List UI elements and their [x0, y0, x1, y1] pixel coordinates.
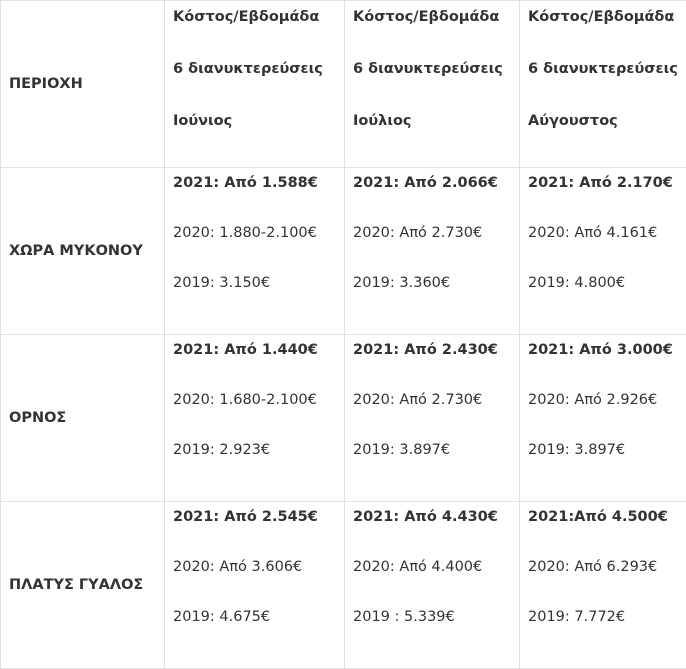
price-2021: 2021: Από 1.440€ — [173, 340, 344, 360]
august-column-header: Κόστος/Εβδομάδα 6 διανυκτερεύσεις Αύγουσ… — [520, 1, 686, 168]
price-2020: 2020: Από 2.926€ — [528, 390, 686, 410]
price-2020: 2020: Από 3.606€ — [173, 557, 344, 577]
price-2021: 2021: Από 2.066€ — [353, 173, 519, 193]
price-cell-august: 2021: Από 2.170€ 2020: Από 4.161€ 2019: … — [520, 168, 686, 335]
cost-comparison-table: ΠΕΡΙΟΧΗ Κόστος/Εβδομάδα 6 διανυκτερεύσει… — [0, 0, 686, 669]
price-2019: 2019: 3.897€ — [528, 440, 686, 460]
june-column-header: Κόστος/Εβδομάδα 6 διανυκτερεύσεις Ιούνιο… — [165, 1, 345, 168]
price-2021: 2021:Από 4.500€ — [528, 507, 686, 527]
area-column-header: ΠΕΡΙΟΧΗ — [1, 1, 165, 168]
price-cell-july: 2021: Από 4.430€ 2020: Από 4.400€ 2019 :… — [345, 502, 520, 669]
area-header-label: ΠΕΡΙΟΧΗ — [9, 76, 83, 92]
area-name: ΧΩΡΑ ΜΥΚΟΝΟΥ — [9, 243, 143, 259]
price-2021: 2021: Από 2.545€ — [173, 507, 344, 527]
price-2021: 2021: Από 4.430€ — [353, 507, 519, 527]
header-cost-label: Κόστος/Εβδομάδα — [173, 7, 344, 27]
header-nights-label: 6 διανυκτερεύσεις — [173, 59, 344, 79]
table-row-platys-gialos: ΠΛΑΤΥΣ ΓΥΑΛΟΣ 2021: Από 2.545€ 2020: Από… — [1, 502, 686, 669]
price-2020: 2020: 1.680-2.100€ — [173, 390, 344, 410]
area-cell: ΠΛΑΤΥΣ ΓΥΑΛΟΣ — [1, 502, 165, 669]
price-2020: 2020: Από 4.400€ — [353, 557, 519, 577]
table-row-ornos: ΟΡΝΟΣ 2021: Από 1.440€ 2020: 1.680-2.100… — [1, 335, 686, 502]
price-cell-august: 2021: Από 3.000€ 2020: Από 2.926€ 2019: … — [520, 335, 686, 502]
price-2020: 2020: Από 4.161€ — [528, 223, 686, 243]
area-cell: ΟΡΝΟΣ — [1, 335, 165, 502]
header-cost-label: Κόστος/Εβδομάδα — [353, 7, 519, 27]
july-column-header: Κόστος/Εβδομάδα 6 διανυκτερεύσεις Ιούλιο… — [345, 1, 520, 168]
price-2019: 2019: 4.675€ — [173, 607, 344, 627]
price-2020: 2020: Από 2.730€ — [353, 390, 519, 410]
price-cell-june: 2021: Από 1.440€ 2020: 1.680-2.100€ 2019… — [165, 335, 345, 502]
price-cell-june: 2021: Από 1.588€ 2020: 1.880-2.100€ 2019… — [165, 168, 345, 335]
price-2021: 2021: Από 2.170€ — [528, 173, 686, 193]
header-nights-label: 6 διανυκτερεύσεις — [353, 59, 519, 79]
price-2020: 2020: Από 6.293€ — [528, 557, 686, 577]
price-2019: 2019: 7.772€ — [528, 607, 686, 627]
header-nights-label: 6 διανυκτερεύσεις — [528, 59, 686, 79]
price-cell-july: 2021: Από 2.430€ 2020: Από 2.730€ 2019: … — [345, 335, 520, 502]
price-cell-july: 2021: Από 2.066€ 2020: Από 2.730€ 2019: … — [345, 168, 520, 335]
table-row-mykonos-town: ΧΩΡΑ ΜΥΚΟΝΟΥ 2021: Από 1.588€ 2020: 1.88… — [1, 168, 686, 335]
header-month-label: Αύγουστος — [528, 111, 686, 131]
price-2019: 2019: 4.800€ — [528, 273, 686, 293]
price-cell-august: 2021:Από 4.500€ 2020: Από 6.293€ 2019: 7… — [520, 502, 686, 669]
area-cell: ΧΩΡΑ ΜΥΚΟΝΟΥ — [1, 168, 165, 335]
price-2019: 2019: 3.897€ — [353, 440, 519, 460]
header-month-label: Ιούνιος — [173, 111, 344, 131]
price-2019: 2019 : 5.339€ — [353, 607, 519, 627]
area-name: ΠΛΑΤΥΣ ΓΥΑΛΟΣ — [9, 577, 143, 593]
price-2019: 2019: 3.360€ — [353, 273, 519, 293]
price-2020: 2020: Από 2.730€ — [353, 223, 519, 243]
area-name: ΟΡΝΟΣ — [9, 410, 66, 426]
table-header-row: ΠΕΡΙΟΧΗ Κόστος/Εβδομάδα 6 διανυκτερεύσει… — [1, 1, 686, 168]
price-2021: 2021: Από 1.588€ — [173, 173, 344, 193]
header-month-label: Ιούλιος — [353, 111, 519, 131]
price-2021: 2021: Από 2.430€ — [353, 340, 519, 360]
header-cost-label: Κόστος/Εβδομάδα — [528, 7, 686, 27]
price-2019: 2019: 3.150€ — [173, 273, 344, 293]
price-2019: 2019: 2.923€ — [173, 440, 344, 460]
price-2021: 2021: Από 3.000€ — [528, 340, 686, 360]
price-cell-june: 2021: Από 2.545€ 2020: Από 3.606€ 2019: … — [165, 502, 345, 669]
price-2020: 2020: 1.880-2.100€ — [173, 223, 344, 243]
